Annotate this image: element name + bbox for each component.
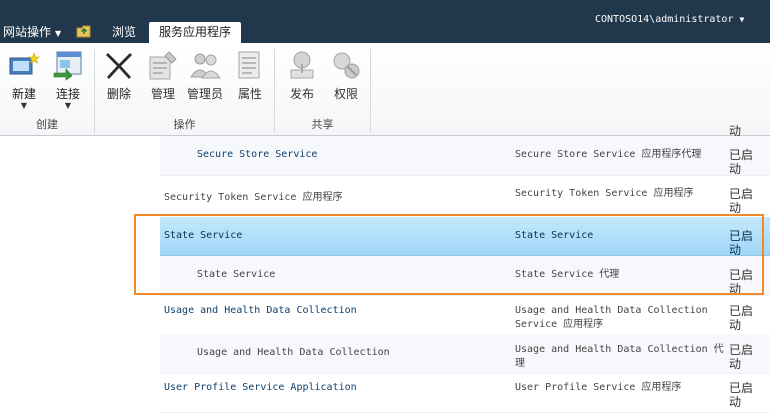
connect-icon	[53, 51, 82, 81]
ribbon: 新建 ▼ 连接 ▼ 创建 删除 管理 管理员 属性 操作 发布 权限 共享	[0, 43, 770, 136]
service-type: Security Token Service 应用程序	[515, 188, 694, 199]
ribbon-group-create: 新建 ▼ 连接 ▼ 创建	[0, 43, 94, 135]
table-row[interactable]: Secure Store Service Secure Store Servic…	[160, 136, 770, 176]
table-row[interactable]: Security Token Service 应用程序 Security Tok…	[160, 175, 770, 215]
delete-button-label: 删除	[106, 87, 131, 101]
new-icon	[9, 52, 40, 75]
permissions-button-label: 权限	[333, 87, 358, 101]
manage-button-label: 管理	[150, 87, 175, 101]
ribbon-group-operations: 删除 管理 管理员 属性 操作	[95, 43, 274, 135]
user-name: CONTOSO14\administrator	[595, 14, 734, 25]
service-type: Secure Store Service 应用程序代理	[515, 149, 702, 160]
chevron-down-icon: ▼	[55, 29, 62, 38]
navigate-up-icon[interactable]	[76, 24, 92, 38]
properties-button[interactable]: 属性	[230, 49, 270, 102]
new-button-label: 新建	[11, 87, 36, 101]
site-actions-menu[interactable]: 网站操作 ▼	[3, 23, 61, 41]
publish-button[interactable]: 发布	[282, 49, 322, 102]
service-name-link[interactable]: Usage and Health Data Collection	[164, 305, 357, 316]
administrators-button-label: 管理员	[186, 87, 223, 101]
ribbon-group-sharing-label: 共享	[311, 118, 334, 131]
chevron-down-icon: ▼	[20, 101, 28, 110]
chevron-down-icon: ▼	[64, 101, 72, 110]
service-name: Usage and Health Data Collection	[197, 347, 390, 358]
tab-browse[interactable]: 浏览	[102, 22, 146, 43]
new-button[interactable]: 新建 ▼	[4, 49, 44, 110]
service-type: User Profile Service 应用程序	[515, 382, 682, 393]
connect-button[interactable]: 连接 ▼	[48, 49, 88, 110]
user-menu[interactable]: CONTOSO14\administrator ▼	[595, 14, 744, 25]
service-status: 已启动	[729, 343, 754, 371]
manage-icon	[149, 51, 177, 80]
properties-button-label: 属性	[237, 87, 262, 101]
top-bar: 网站操作 ▼ 浏览 服务应用程序 CONTOSO14\administrator ▼	[0, 0, 770, 43]
service-status: 已启动	[729, 381, 754, 409]
service-type: Usage and Health Data Collection 代理	[515, 344, 724, 369]
service-name-link[interactable]: User Profile Service Application	[164, 382, 357, 393]
tab-service-applications-label: 服务应用程序	[159, 25, 232, 39]
chevron-down-icon: ▼	[739, 15, 745, 24]
service-name: Security Token Service 应用程序	[164, 192, 343, 203]
delete-button[interactable]: 删除	[99, 49, 139, 102]
administrators-button[interactable]: 管理员	[185, 49, 225, 102]
manage-button[interactable]: 管理	[143, 49, 183, 102]
properties-icon	[238, 51, 260, 79]
service-status: 已启动	[729, 304, 754, 332]
tab-service-applications[interactable]: 服务应用程序	[149, 22, 242, 43]
table-row[interactable]: Usage and Health Data Collection Usage a…	[160, 295, 770, 335]
table-row[interactable]: User Profile Service Application User Pr…	[160, 373, 770, 413]
publish-icon	[290, 51, 314, 79]
publish-button-label: 发布	[289, 87, 314, 101]
administrators-icon	[190, 53, 221, 79]
delete-icon	[106, 53, 132, 79]
highlight-box	[134, 214, 764, 295]
service-name-link[interactable]: Secure Store Service	[197, 149, 317, 160]
ribbon-divider	[370, 49, 371, 133]
permissions-icon	[333, 52, 360, 79]
ribbon-group-sharing: 发布 权限 共享	[275, 43, 370, 135]
service-type: Usage and Health Data Collection Service…	[515, 305, 708, 330]
connect-button-label: 连接	[55, 87, 80, 101]
service-status: 已启动	[729, 148, 754, 176]
permissions-button[interactable]: 权限	[326, 49, 366, 102]
site-actions-label: 网站操作	[3, 25, 52, 39]
table-row[interactable]: Usage and Health Data Collection Usage a…	[160, 334, 770, 374]
service-status: 已启动	[729, 187, 754, 215]
tab-browse-label: 浏览	[112, 25, 137, 39]
ribbon-group-create-label: 创建	[36, 118, 58, 131]
ribbon-group-operations-label: 操作	[173, 118, 196, 131]
